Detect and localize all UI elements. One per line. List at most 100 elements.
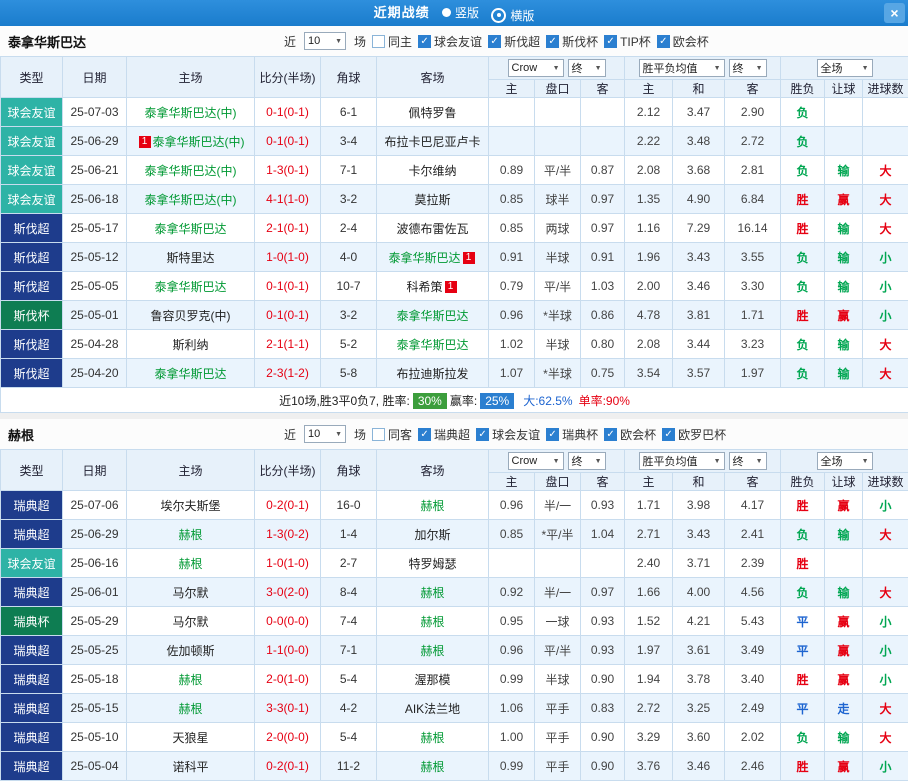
home-team-name[interactable]: 鲁容贝罗克(中) [151,309,231,323]
match-score[interactable]: 0-0(0-0) [255,607,321,636]
match-score[interactable]: 1-3(0-1) [255,156,321,185]
match-score[interactable]: 3-0(2-0) [255,578,321,607]
section-header: 赫根近10▼场同客瑞典超球会友谊瑞典杯欧会杯欧罗巴杯 [0,419,908,449]
away-team-name[interactable]: 卡尔维纳 [408,164,456,178]
corner-score: 3-2 [321,301,377,330]
away-team-name[interactable]: 赫根 [420,731,444,745]
match-score[interactable]: 1-0(1-0) [255,243,321,272]
home-team-name[interactable]: 埃尔夫斯堡 [160,499,220,513]
home-team-name[interactable]: 泰拿华斯巴达(中) [145,193,237,207]
home-team-name[interactable]: 诺科平 [172,760,208,774]
match-score[interactable]: 1-0(1-0) [255,549,321,578]
away-team-name[interactable]: 赫根 [420,644,444,658]
layout-radio-vertical[interactable]: 竖版 [442,4,479,21]
away-team-name[interactable]: 莫拉斯 [414,193,450,207]
odds-source-select[interactable]: Crow▼ [508,452,564,470]
away-team-name[interactable]: 布拉卡巴尼亚卢卡 [384,135,480,149]
same-side-filter[interactable]: 同客 [372,426,412,443]
away-team-name[interactable]: 加尔斯 [414,528,450,542]
home-team-name[interactable]: 马尔默 [172,586,208,600]
league-filter[interactable]: 斯伐超 [488,33,540,50]
euro-away-odds: 2.02 [725,723,781,752]
league-filter[interactable]: 斯伐杯 [546,33,598,50]
result-cell: 平 [781,694,825,723]
away-team-name[interactable]: 泰拿华斯巴达 [396,309,468,323]
league-filter[interactable]: 球会友谊 [418,33,482,50]
euro-average-select[interactable]: 胜平负均值▼ [639,452,725,470]
league-filter[interactable]: 瑞典杯 [546,426,598,443]
home-team-name[interactable]: 赫根 [178,528,202,542]
away-team-name[interactable]: 特罗姆瑟 [408,557,456,571]
match-score[interactable]: 4-1(1-0) [255,185,321,214]
match-score[interactable]: 0-1(0-1) [255,301,321,330]
match-score[interactable]: 0-1(0-1) [255,127,321,156]
match-score[interactable]: 2-3(1-2) [255,359,321,388]
away-team-name[interactable]: 渥那模 [414,673,450,687]
match-score[interactable]: 1-3(0-2) [255,520,321,549]
same-side-filter[interactable]: 同主 [372,33,412,50]
match-score[interactable]: 0-1(0-1) [255,98,321,127]
home-team-name[interactable]: 泰拿华斯巴达 [154,367,226,381]
asia-final-select[interactable]: 终▼ [568,452,606,470]
away-team-name[interactable]: 赫根 [420,760,444,774]
handicap-result-cell [825,127,863,156]
match-score[interactable]: 2-1(0-1) [255,214,321,243]
home-team-name[interactable]: 赫根 [178,557,202,571]
home-team-name[interactable]: 斯特里达 [166,251,214,265]
result-cell: 胜 [781,214,825,243]
scope-select[interactable]: 全场▼ [817,59,873,77]
away-team-name[interactable]: 布拉迪斯拉发 [396,367,468,381]
home-team-name[interactable]: 泰拿华斯巴达(中) [153,135,245,149]
match-score[interactable]: 2-1(1-1) [255,330,321,359]
column-header-away: 客场 [377,57,489,98]
away-team-name[interactable]: 赫根 [420,586,444,600]
home-team-name[interactable]: 佐加顿斯 [166,644,214,658]
close-button[interactable]: × [884,3,905,23]
league-filter[interactable]: 欧会杯 [657,33,709,50]
matches-table: 类型日期主场比分(半场)角球客场Crow▼终▼胜平负均值▼终▼全场▼主盘口客主和… [0,449,908,781]
away-team-name[interactable]: 赫根 [420,499,444,513]
euro-average-select[interactable]: 胜平负均值▼ [639,59,725,77]
match-score[interactable]: 0-2(0-1) [255,752,321,781]
home-team-name[interactable]: 赫根 [178,702,202,716]
home-team-name[interactable]: 马尔默 [172,615,208,629]
match-count-select[interactable]: 10▼ [304,425,346,443]
league-type-badge: 斯伐超 [1,214,63,243]
away-team-name[interactable]: 泰拿华斯巴达 [396,338,468,352]
match-score[interactable]: 3-3(0-1) [255,694,321,723]
home-team-name[interactable]: 斯利纳 [172,338,208,352]
home-team-name[interactable]: 泰拿华斯巴达 [154,222,226,236]
match-score[interactable]: 0-1(0-1) [255,272,321,301]
away-team-name[interactable]: 波德布雷佐瓦 [396,222,468,236]
scope-select[interactable]: 全场▼ [817,452,873,470]
match-score[interactable]: 2-0(1-0) [255,665,321,694]
match-row: 球会友谊25-07-03泰拿华斯巴达(中)0-1(0-1)6-1佩特罗鲁2.12… [1,98,908,127]
away-team-name[interactable]: 科希策 [406,280,442,294]
home-team-name[interactable]: 泰拿华斯巴达 [154,280,226,294]
match-count-select[interactable]: 10▼ [304,32,346,50]
league-filter[interactable]: TIP杯 [604,33,651,50]
odds-source-select[interactable]: Crow▼ [508,59,564,77]
layout-radio-horizontal[interactable]: 横版 [491,7,534,24]
match-score[interactable]: 1-1(0-0) [255,636,321,665]
home-team-name[interactable]: 泰拿华斯巴达(中) [145,106,237,120]
asia-handicap: *平/半 [535,520,581,549]
handicap-result-cell: 输 [825,359,863,388]
away-team-name[interactable]: AIK法兰地 [405,702,460,716]
home-team-name[interactable]: 赫根 [178,673,202,687]
home-team-name[interactable]: 天狼星 [172,731,208,745]
match-score[interactable]: 2-0(0-0) [255,723,321,752]
home-team-name[interactable]: 泰拿华斯巴达(中) [145,164,237,178]
league-filter[interactable]: 瑞典超 [418,426,470,443]
euro-final-select[interactable]: 终▼ [729,59,767,77]
page-title: 近期战绩 [374,5,430,20]
match-score[interactable]: 0-2(0-1) [255,491,321,520]
away-team-name[interactable]: 泰拿华斯巴达 [388,251,460,265]
league-filter[interactable]: 欧会杯 [604,426,656,443]
euro-final-select[interactable]: 终▼ [729,452,767,470]
asia-final-select[interactable]: 终▼ [568,59,606,77]
away-team-name[interactable]: 佩特罗鲁 [408,106,456,120]
away-team-name[interactable]: 赫根 [420,615,444,629]
league-filter[interactable]: 欧罗巴杯 [662,426,726,443]
league-filter[interactable]: 球会友谊 [476,426,540,443]
